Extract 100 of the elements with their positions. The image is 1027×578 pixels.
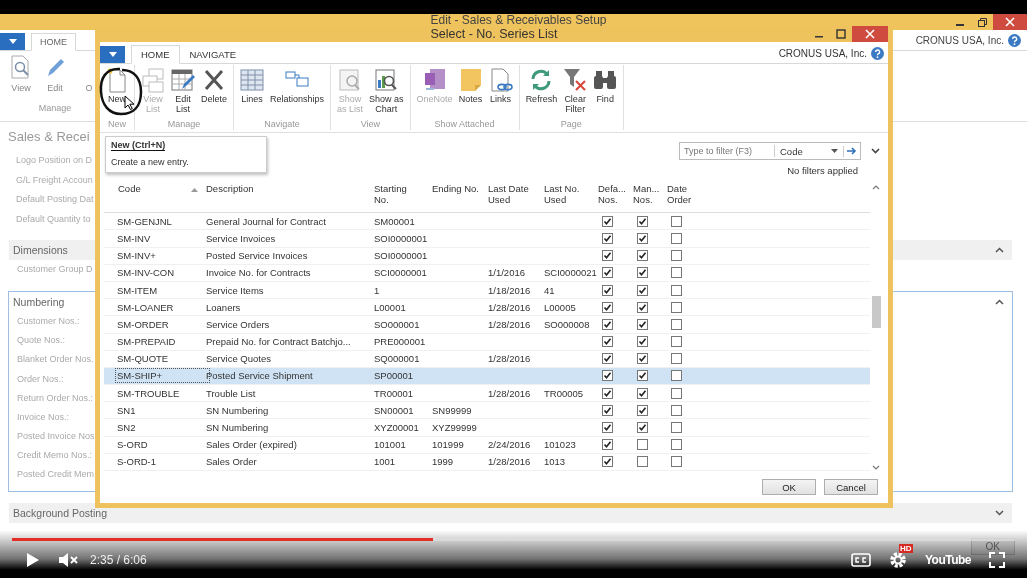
- mute-icon[interactable]: [58, 552, 80, 568]
- table-row[interactable]: SM-ITEM Service Items 1 1/18/2016 41: [104, 281, 870, 300]
- checkbox[interactable]: [671, 353, 682, 365]
- column-header[interactable]: Last Date Used: [488, 183, 529, 206]
- filter-field[interactable]: Type to filter (F3) Code: [679, 142, 861, 161]
- ribbon-button[interactable]: O: [76, 55, 102, 93]
- checked-checkbox[interactable]: [637, 284, 648, 296]
- ok-button[interactable]: OK: [762, 479, 816, 495]
- ribbon-button[interactable]: Edit: [42, 55, 68, 93]
- column-header[interactable]: Code: [118, 183, 141, 195]
- column-header[interactable]: Starting No.: [374, 183, 407, 206]
- checkbox[interactable]: [671, 422, 682, 434]
- checked-checkbox[interactable]: [637, 215, 648, 227]
- checked-checkbox[interactable]: [602, 284, 613, 296]
- column-header[interactable]: Ending No.: [432, 183, 479, 195]
- checked-checkbox[interactable]: [602, 404, 613, 416]
- ribbon-button[interactable]: Links: [488, 67, 513, 105]
- checkbox[interactable]: [671, 232, 682, 244]
- section-title[interactable]: Dimensions: [13, 244, 68, 257]
- table-row[interactable]: SM-GENJNL General Journal for Contract SM00001: [104, 213, 870, 231]
- checked-checkbox[interactable]: [637, 301, 648, 313]
- ribbon-tab[interactable]: NAVIGATE: [179, 45, 247, 65]
- ribbon-button[interactable]: Delete: [201, 67, 227, 115]
- help-icon[interactable]: [871, 47, 884, 61]
- checked-checkbox[interactable]: [602, 250, 613, 262]
- checked-checkbox[interactable]: [637, 318, 648, 330]
- column-header[interactable]: Man... Nos.: [633, 183, 660, 206]
- checked-checkbox[interactable]: [637, 422, 648, 434]
- checkbox[interactable]: [671, 250, 682, 262]
- checked-checkbox[interactable]: [602, 215, 613, 227]
- table-row[interactable]: SM-QUOTE Service Quotes SQ000001 1/28/2016: [104, 350, 870, 368]
- ribbon-button[interactable]: Show as Chart: [369, 67, 404, 115]
- checked-checkbox[interactable]: [637, 232, 648, 244]
- expand-icon[interactable]: [995, 509, 1004, 516]
- checkbox[interactable]: [671, 318, 682, 330]
- table-row[interactable]: SM-PREPAID Prepaid No. for Contract Batchjo... PRE000001: [104, 333, 870, 351]
- ribbon-tab[interactable]: HOME: [131, 45, 180, 65]
- checkbox[interactable]: [671, 404, 682, 416]
- ribbon-button[interactable]: Lines: [240, 67, 264, 105]
- table-row[interactable]: S-ORD-1 Sales Order 1001 1999 1/28/2016 1013: [104, 453, 870, 471]
- checkbox[interactable]: [671, 439, 682, 451]
- checked-checkbox[interactable]: [602, 353, 613, 365]
- table-row[interactable]: SM-LOANER Loaners L00001 1/28/2016 L00005: [104, 299, 870, 317]
- cancel-button[interactable]: Cancel: [824, 479, 878, 495]
- section-title[interactable]: Numbering: [13, 295, 65, 308]
- checked-checkbox[interactable]: [602, 370, 613, 382]
- checked-checkbox[interactable]: [602, 336, 613, 348]
- checkbox[interactable]: [671, 336, 682, 348]
- checked-checkbox[interactable]: [637, 370, 648, 382]
- table-row[interactable]: SN1 SN Numbering SN00001 SN99999: [104, 402, 870, 420]
- filter-column-dropdown[interactable]: Code: [775, 145, 844, 157]
- app-menu-button[interactable]: [100, 46, 125, 64]
- column-header[interactable]: Description: [206, 183, 254, 195]
- close-button[interactable]: [852, 26, 888, 43]
- table-row[interactable]: S-ORD Sales Order (expired) 101001 101999 2/24/2016 101023: [104, 436, 870, 454]
- scroll-up-icon[interactable]: [872, 184, 880, 191]
- youtube-logo[interactable]: YouTube: [924, 553, 971, 567]
- checked-checkbox[interactable]: [602, 439, 613, 451]
- checked-checkbox[interactable]: [602, 267, 613, 279]
- checkbox[interactable]: [671, 456, 682, 468]
- table-row[interactable]: SM-ORDER Service Orders SO000001 1/28/2016 SO000008: [104, 316, 870, 334]
- checkbox[interactable]: [671, 301, 682, 313]
- table-row[interactable]: SM-TROUBLE Trouble List TR00001 1/28/2016 TR00005: [104, 385, 870, 403]
- ribbon-button[interactable]: Edit List: [171, 67, 195, 115]
- column-header[interactable]: Last No. Used: [544, 183, 580, 206]
- checked-checkbox[interactable]: [602, 422, 613, 434]
- ribbon-button[interactable]: Relationships: [270, 67, 325, 105]
- checked-checkbox[interactable]: [602, 232, 613, 244]
- checked-checkbox[interactable]: [637, 387, 648, 399]
- checked-checkbox[interactable]: [637, 267, 648, 279]
- column-header[interactable]: Date Order: [667, 183, 692, 206]
- checked-checkbox[interactable]: [602, 301, 613, 313]
- expand-icon[interactable]: [871, 148, 880, 155]
- checked-checkbox[interactable]: [602, 318, 613, 330]
- column-header[interactable]: Defa... Nos.: [598, 183, 626, 206]
- maximize-icon[interactable]: [836, 29, 846, 40]
- ribbon-button[interactable]: Clear Filter: [563, 67, 588, 115]
- checkbox[interactable]: [671, 387, 682, 399]
- ribbon-button[interactable]: Find: [593, 67, 618, 115]
- table-row[interactable]: SM-INV-CON Invoice No. for Contracts SCI0000001 1/1/2016 SCI0000021: [104, 264, 870, 282]
- fullscreen-icon[interactable]: [989, 552, 1005, 568]
- checkbox[interactable]: [671, 267, 682, 279]
- checked-checkbox[interactable]: [602, 456, 613, 468]
- collapse-icon[interactable]: [995, 247, 1004, 254]
- scroll-down-icon[interactable]: [872, 465, 880, 471]
- checkbox[interactable]: [671, 284, 682, 296]
- ribbon-button[interactable]: View: [8, 55, 34, 93]
- play-icon[interactable]: [26, 552, 40, 568]
- checkbox[interactable]: [637, 439, 648, 451]
- checkbox[interactable]: [637, 456, 648, 468]
- scrollbar-thumb[interactable]: [872, 296, 881, 329]
- settings-icon[interactable]: [888, 551, 907, 569]
- collapse-icon[interactable]: [995, 298, 1004, 305]
- section-title[interactable]: Background Posting: [13, 506, 107, 519]
- progress-bar[interactable]: [12, 538, 1015, 541]
- checked-checkbox[interactable]: [637, 336, 648, 348]
- table-row[interactable]: SN2 SN Numbering XYZ00001 XYZ99999: [104, 419, 870, 437]
- checkbox[interactable]: [671, 215, 682, 227]
- checkbox[interactable]: [671, 370, 682, 382]
- table-row[interactable]: SM-INV Service Invoices SOI0000001: [104, 230, 870, 248]
